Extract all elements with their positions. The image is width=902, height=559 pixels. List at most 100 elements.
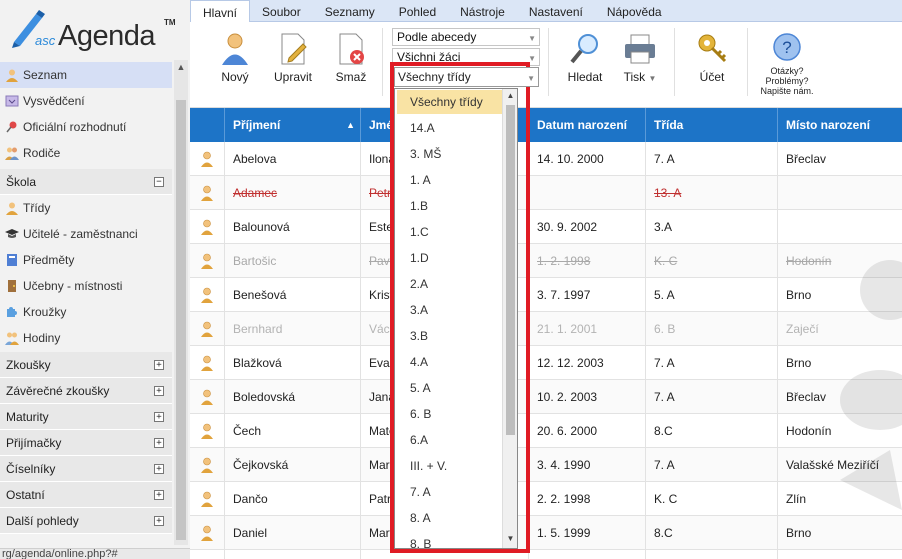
edit-button[interactable]: Upravit (265, 32, 321, 84)
delete-button[interactable]: Smaž (323, 32, 379, 84)
group-icon (4, 330, 20, 346)
sidebar-item-krouzky[interactable]: Kroužky (0, 299, 172, 325)
sidebar-scrollbar[interactable]: ▲ (174, 60, 188, 545)
search-button[interactable]: Hledat (557, 32, 613, 84)
dropdown-option[interactable]: III. + V. (395, 453, 517, 479)
section-prijimacky[interactable]: Přijímačky + (0, 430, 172, 456)
sidebar-item-ucitele[interactable]: Učitelé - zaměstnanci (0, 221, 172, 247)
sort-select-value: Podle abecedy (397, 30, 477, 44)
section-label: Závěrečné zkoušky (6, 383, 110, 398)
print-button[interactable]: Tisk ▼ (614, 32, 666, 84)
dropdown-option[interactable]: Všechny třídy (397, 90, 515, 114)
cell-class: 3.A (645, 210, 777, 244)
expand-icon[interactable]: + (154, 359, 164, 370)
column-header-class[interactable]: Třída (645, 108, 777, 142)
dropdown-option[interactable]: 1.B (395, 193, 517, 219)
section-skola[interactable]: Škola − (0, 169, 172, 195)
tab-nastroje[interactable]: Nástroje (448, 0, 517, 22)
dropdown-option[interactable]: 1.C (395, 219, 517, 245)
scrollbar-thumb[interactable] (176, 100, 186, 540)
table-row[interactable]: Adamec Petr 13. A (190, 176, 902, 210)
dropdown-option[interactable]: 4.A (395, 349, 517, 375)
expand-icon[interactable]: + (154, 463, 164, 474)
table-row[interactable]: Čech Matěj 20. 6. 2000 8.C Hodonín (190, 414, 902, 448)
section-ciselniky[interactable]: Číselníky + (0, 456, 172, 482)
table-row[interactable]: Benešová Kristýna 3. 7. 1997 5. A Brno (190, 278, 902, 312)
scroll-down-icon[interactable]: ▼ (503, 534, 518, 546)
toolbar: Nový Upravit Smaž Podle abecedy ▼ Všichn… (190, 22, 902, 108)
dropdown-option[interactable]: 8. A (395, 505, 517, 531)
expand-icon[interactable]: + (154, 489, 164, 500)
table-row[interactable]: Blažková Eva 12. 12. 2003 7. A Brno (190, 346, 902, 380)
dropdown-option[interactable]: 2.A (395, 271, 517, 297)
table-row[interactable]: Abelova Ilona 14. 10. 2000 7. A Břeclav (190, 142, 902, 176)
dropdown-scrollbar[interactable]: ▲ ▼ (502, 89, 517, 548)
help-line-1: Otázky? (770, 66, 804, 76)
dropdown-option[interactable]: 1. A (395, 167, 517, 193)
scroll-up-icon[interactable]: ▲ (174, 62, 188, 74)
dropdown-option[interactable]: 14.A (395, 115, 517, 141)
dropdown-option[interactable]: 3.A (395, 297, 517, 323)
section-maturity[interactable]: Maturity + (0, 404, 172, 430)
dropdown-option[interactable]: 3.B (395, 323, 517, 349)
account-button[interactable]: Účet (684, 32, 740, 84)
dropdown-option[interactable]: 5. A (395, 375, 517, 401)
cell-class: 6. B (645, 312, 777, 346)
help-button[interactable]: ? Otázky? Problémy? Napište nám. (757, 32, 817, 96)
dropdown-option[interactable]: 7. A (395, 479, 517, 505)
table-row[interactable]: Boledovská Jana 10. 2. 2003 7. A Břeclav (190, 380, 902, 414)
sidebar-item-seznam[interactable]: Seznam (0, 62, 172, 88)
tab-napoveda[interactable]: Nápověda (595, 0, 674, 22)
cell-dob: 21. 1. 2001 (528, 312, 645, 346)
expand-icon[interactable]: + (154, 437, 164, 448)
section-dalsi-pohledy[interactable]: Další pohledy + (0, 508, 172, 534)
table-row[interactable]: Dančo Patrik 2. 2. 1998 K. C Zlín (190, 482, 902, 516)
section-zkousky[interactable]: Zkoušky + (0, 352, 172, 378)
table-row[interactable]: Bernhard Václav 21. 1. 2001 6. B Zaječí (190, 312, 902, 346)
dropdown-option[interactable]: 6. B (395, 401, 517, 427)
tab-nastaveni[interactable]: Nastavení (517, 0, 595, 22)
cell-surname: Adamec (224, 176, 360, 210)
scroll-up-icon[interactable]: ▲ (503, 91, 518, 103)
dropdown-option[interactable]: 8. B (395, 531, 517, 548)
section-zaverecne-zkousky[interactable]: Závěrečné zkoušky + (0, 378, 172, 404)
expand-icon[interactable]: + (154, 411, 164, 422)
print-label: Tisk (623, 70, 646, 84)
dropdown-option[interactable]: 6.A (395, 427, 517, 453)
sidebar-item-ucebny[interactable]: Učebny - místnosti (0, 273, 172, 299)
collapse-icon[interactable]: − (154, 176, 164, 187)
sidebar-item-rodice[interactable]: Rodiče (0, 140, 172, 166)
new-button[interactable]: Nový (207, 32, 263, 84)
sort-select[interactable]: Podle abecedy ▼ (392, 28, 540, 46)
sidebar-item-oficialni-rozhodnuti[interactable]: Oficiální rozhodnutí (0, 114, 172, 140)
table-row[interactable]: Bartošic Pavel 1. 2. 1998 K. C Hodonín (190, 244, 902, 278)
tab-pohled[interactable]: Pohled (387, 0, 448, 22)
column-header-birthplace[interactable]: Místo narození (777, 108, 902, 142)
sidebar-item-label: Učebny - místnosti (23, 279, 123, 293)
scrollbar-thumb[interactable] (506, 105, 515, 435)
column-header-surname[interactable]: Příjmení ▲ (224, 108, 360, 142)
cell-dob (528, 550, 645, 559)
table-row[interactable] (190, 550, 902, 559)
section-ostatni[interactable]: Ostatní + (0, 482, 172, 508)
table-row[interactable]: Daniel Martin 1. 5. 1999 8.C Brno (190, 516, 902, 550)
expand-icon[interactable]: + (154, 385, 164, 396)
tab-soubor[interactable]: Soubor (250, 0, 313, 22)
tab-seznamy[interactable]: Seznamy (313, 0, 387, 22)
sidebar-item-tridy[interactable]: Třídy (0, 195, 172, 221)
chevron-down-icon[interactable]: ▼ (648, 74, 656, 83)
tab-hlavni[interactable]: Hlavní (190, 0, 251, 23)
sidebar-item-label: Učitelé - zaměstnanci (23, 227, 138, 241)
class-dropdown-list: Všechny třídy 14.A 3. MŠ 1. A 1.B 1.C 1.D 2.A 3.… (394, 88, 518, 549)
expand-icon[interactable]: + (154, 515, 164, 526)
dropdown-option[interactable]: 1.D (395, 245, 517, 271)
student-icon (190, 278, 224, 312)
table-row[interactable]: Čejkovská Marie 3. 4. 1990 7. A Valašské Mez… (190, 448, 902, 482)
sidebar-item-hodiny[interactable]: Hodiny (0, 325, 172, 351)
dropdown-option[interactable]: 3. MŠ (395, 141, 517, 167)
column-header-dob[interactable]: Datum narození (528, 108, 645, 142)
class-select[interactable]: Všechny třídy ▼ (394, 67, 539, 87)
table-row[interactable]: Balounová Ester 30. 9. 2002 3.A (190, 210, 902, 244)
sidebar-item-vysvedceni[interactable]: Vysvědčení (0, 88, 172, 114)
sidebar-item-predmety[interactable]: Předměty (0, 247, 172, 273)
